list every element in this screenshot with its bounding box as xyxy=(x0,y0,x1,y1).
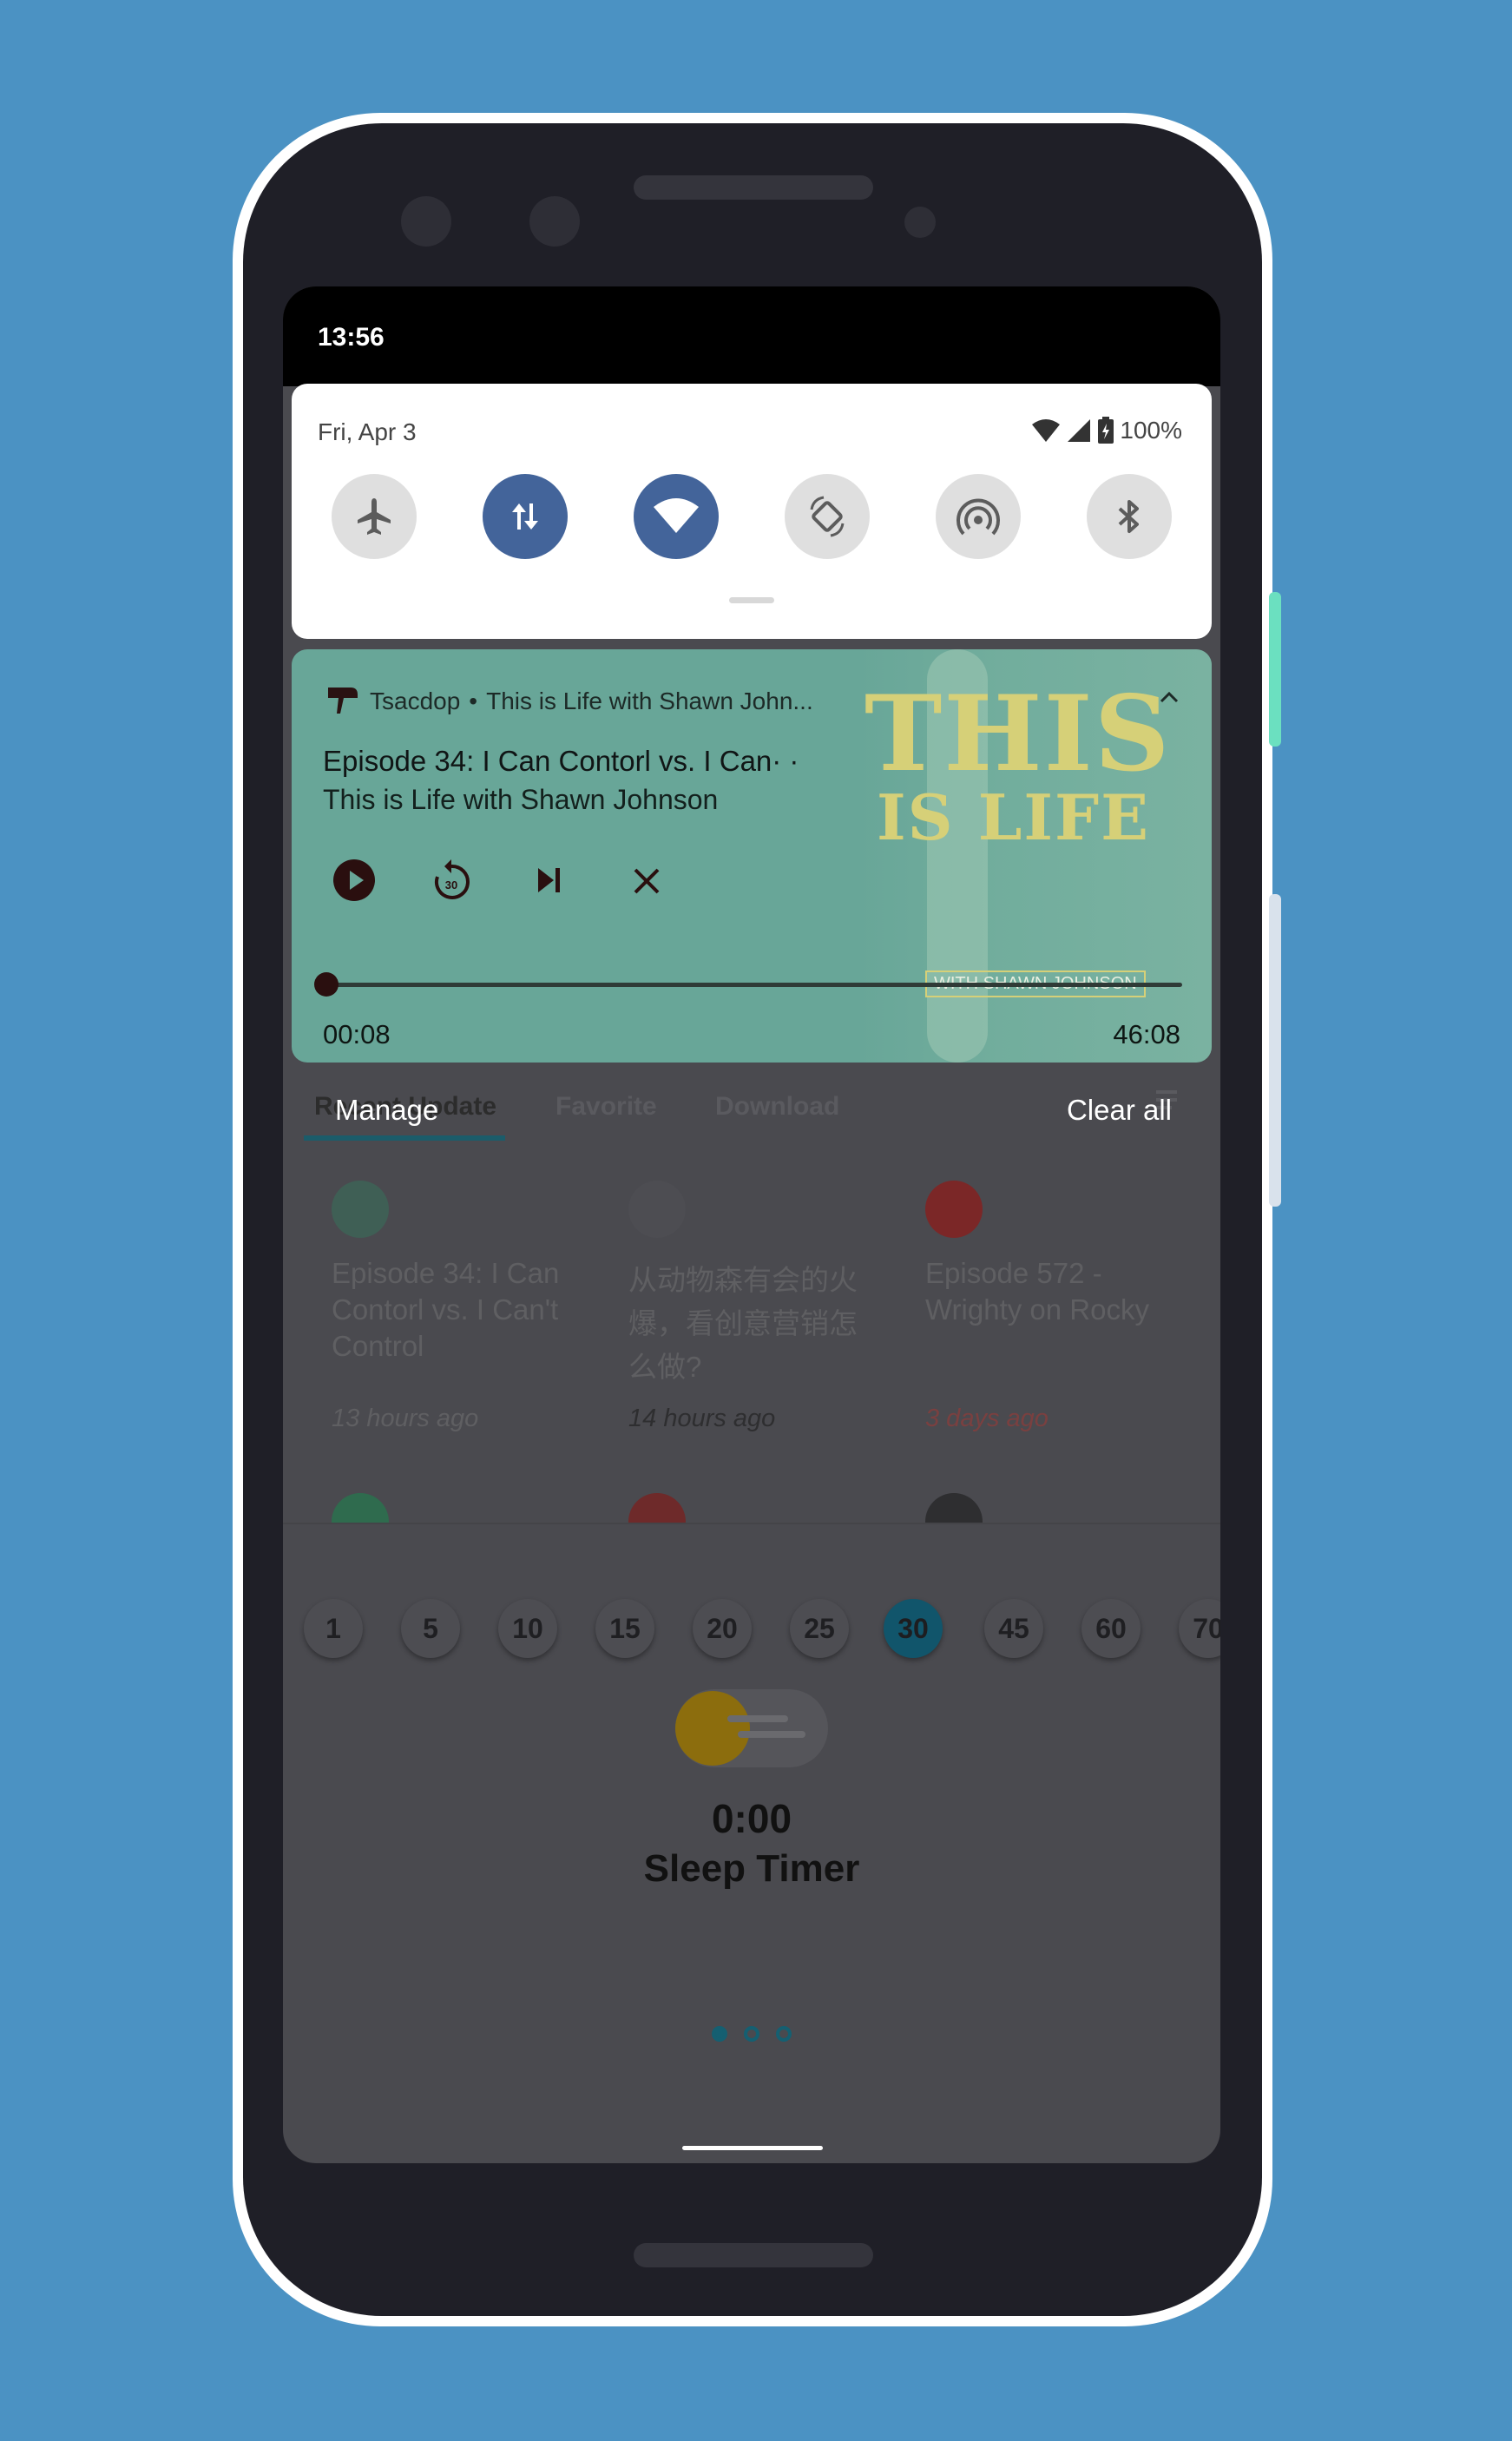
episode-card[interactable]: Episode 34: I Can Contorl vs. I Can't Co… xyxy=(325,1181,602,1441)
toggle-stripe xyxy=(727,1715,788,1722)
timer-chip[interactable]: 20 xyxy=(693,1599,752,1658)
proximity-sensor xyxy=(904,207,936,238)
tile-airplane-mode[interactable] xyxy=(332,474,417,559)
battery-status-icon xyxy=(1098,417,1114,444)
episode-title: Episode 572 - Wrighty on Rocky xyxy=(925,1257,1149,1326)
bottom-speaker xyxy=(634,2243,873,2267)
episode-card[interactable]: Episode 572 - Wrighty on Rocky 3 days ag… xyxy=(918,1181,1196,1441)
screen: 13:56 Recent Update Favorite Download Ep… xyxy=(283,286,1220,2163)
episode-time: 13 hours ago xyxy=(332,1405,479,1432)
sleep-timer-value: 0:00 xyxy=(711,1796,792,1841)
timer-chip[interactable]: 45 xyxy=(984,1599,1043,1658)
timer-chip[interactable]: 5 xyxy=(401,1599,460,1658)
media-app-name: Tsacdop xyxy=(370,688,461,714)
episode-time: 14 hours ago xyxy=(628,1405,776,1432)
tile-wifi[interactable] xyxy=(634,474,719,559)
tsacdop-app-icon xyxy=(328,688,358,714)
tab-indicator xyxy=(304,1135,505,1141)
timer-chip[interactable]: 10 xyxy=(498,1599,557,1658)
qs-status-icons: 100% xyxy=(1031,417,1182,444)
replay-30-icon[interactable]: 30 xyxy=(427,856,476,905)
podcast-thumbnail xyxy=(628,1493,686,1523)
status-bar: 13:56 xyxy=(283,286,1220,386)
close-icon[interactable] xyxy=(632,866,661,896)
qs-date: Fri, Apr 3 xyxy=(318,418,417,445)
sleep-timer-label: Sleep Timer xyxy=(643,1847,860,1890)
app-background: Recent Update Favorite Download Episode … xyxy=(283,1059,1220,2163)
svg-text:30: 30 xyxy=(445,878,457,892)
data-transfer-icon xyxy=(512,503,538,530)
episode-title: 从动物森有会的火爆，看创意营销怎么做? xyxy=(628,1264,858,1383)
hotspot-icon xyxy=(957,498,1000,536)
timer-chip-selected[interactable]: 30 xyxy=(884,1599,943,1658)
page-indicator-dot xyxy=(712,2026,727,2042)
tile-mobile-data[interactable] xyxy=(483,474,568,559)
total-duration: 46:08 xyxy=(1113,1019,1180,1049)
timer-chip[interactable]: 15 xyxy=(595,1599,654,1658)
battery-percent: 100% xyxy=(1120,417,1182,444)
power-button xyxy=(1269,592,1281,747)
tab-download[interactable]: Download xyxy=(715,1092,839,1122)
toggle-stripe xyxy=(738,1731,805,1738)
sleep-timer-toggle[interactable] xyxy=(675,1689,828,1767)
toggle-knob xyxy=(675,1691,750,1766)
podcast-thumbnail xyxy=(332,1493,389,1523)
tile-hotspot[interactable] xyxy=(936,474,1021,559)
seek-bar[interactable] xyxy=(323,983,1182,987)
media-header: Tsacdop • This is Life with Shawn John..… xyxy=(370,688,813,715)
manage-button[interactable]: Manage xyxy=(335,1094,438,1127)
elapsed-time: 00:08 xyxy=(323,1019,391,1049)
tab-favorite[interactable]: Favorite xyxy=(555,1092,657,1122)
signal-status-icon xyxy=(1068,419,1091,442)
episode-title: Episode 34: I Can Contorl vs. I Can't Co… xyxy=(332,1257,560,1362)
status-time: 13:56 xyxy=(318,323,385,352)
episode-title: Episode 34: I Can Contorl vs. I Can· · xyxy=(323,745,799,777)
timer-chip[interactable]: 70 xyxy=(1179,1599,1220,1658)
timer-chip[interactable]: 1 xyxy=(304,1599,363,1658)
rotate-icon xyxy=(810,496,845,537)
media-notification[interactable]: THIS IS LIFE WITH SHAWN JOHNSON Tsacdop … xyxy=(292,649,1212,1063)
gesture-nav-bar[interactable] xyxy=(682,2146,823,2150)
skip-next-icon[interactable] xyxy=(533,865,564,896)
front-camera-1 xyxy=(401,196,451,247)
media-header-separator: • xyxy=(469,688,478,714)
quick-settings-panel: Fri, Apr 3 100% xyxy=(292,384,1212,639)
podcast-thumbnail xyxy=(925,1493,983,1523)
qs-drag-handle[interactable] xyxy=(729,597,774,603)
tile-auto-rotate[interactable] xyxy=(785,474,870,559)
play-button[interactable] xyxy=(332,858,377,903)
podcast-thumbnail xyxy=(332,1181,389,1238)
airplane-icon xyxy=(358,498,391,535)
wifi-status-icon xyxy=(1032,419,1061,442)
album-artwork: THIS IS LIFE WITH SHAWN JOHNSON xyxy=(856,649,1212,1063)
podcast-thumbnail xyxy=(628,1181,686,1238)
clear-all-button[interactable]: Clear all xyxy=(1067,1094,1172,1127)
sleep-timer-sheet: 1 5 10 15 20 25 30 45 60 70 0:00 Sleep T… xyxy=(283,1524,1220,2163)
seek-thumb[interactable] xyxy=(314,972,339,997)
artwork-subtitle: IS LIFE xyxy=(877,780,1151,854)
media-subtitle: This is Life with Shawn John... xyxy=(486,688,813,714)
collapse-chevron-icon[interactable] xyxy=(1160,691,1179,703)
volume-button xyxy=(1269,894,1281,1207)
page-indicator-dot xyxy=(776,2026,792,2042)
earpiece-speaker xyxy=(634,175,873,200)
front-camera-2 xyxy=(529,196,580,247)
episode-card[interactable]: 从动物森有会的火爆，看创意营销怎么做? 14 hours ago xyxy=(621,1181,899,1441)
tile-bluetooth[interactable] xyxy=(1087,474,1172,559)
page-indicator-dot xyxy=(744,2026,759,2042)
episode-time: 3 days ago xyxy=(925,1405,1049,1432)
bluetooth-icon xyxy=(1118,500,1139,533)
timer-chip[interactable]: 60 xyxy=(1081,1599,1141,1658)
episode-artist: This is Life with Shawn Johnson xyxy=(323,784,719,815)
podcast-thumbnail xyxy=(925,1181,983,1238)
artwork-title: THIS xyxy=(864,673,1172,795)
wifi-icon xyxy=(654,498,699,533)
timer-chip[interactable]: 25 xyxy=(790,1599,849,1658)
